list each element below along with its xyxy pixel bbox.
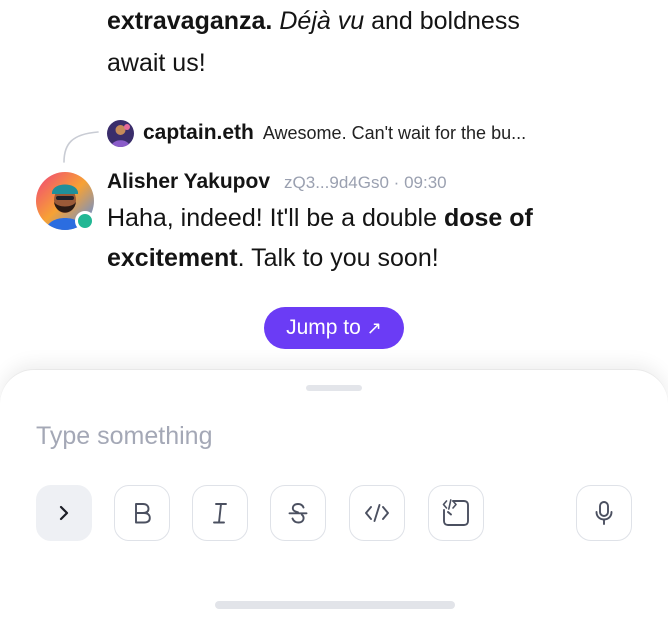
- jump-to-label: Jump to: [286, 316, 361, 339]
- sender-avatar[interactable]: [36, 172, 95, 231]
- bold-icon: [135, 503, 151, 524]
- reply-preview[interactable]: captain.eth Awesome. Can't wait for the …: [107, 116, 526, 150]
- arrow-up-right-icon: ↗: [366, 317, 382, 338]
- prev-italic-text: Déjà vu: [279, 7, 365, 35]
- prev-text-line2: await us!: [107, 49, 206, 77]
- code-icon: [365, 504, 389, 522]
- sheet-grabber[interactable]: [306, 385, 362, 391]
- jump-to-button[interactable]: Jump to ↗: [264, 307, 404, 349]
- message-text-part2: . Talk to you soon!: [237, 244, 439, 272]
- bold-button[interactable]: [114, 485, 170, 541]
- prev-text-rest: and boldness: [364, 7, 520, 35]
- chat-screen: extravaganza. Déjà vu and boldness await …: [0, 0, 668, 624]
- message-meta: zQ3...9d4Gs0 · 09:30: [284, 173, 447, 193]
- microphone-icon: [595, 501, 613, 525]
- code-button[interactable]: [349, 485, 405, 541]
- code-block-button[interactable]: [428, 485, 484, 541]
- expand-toolbar-button[interactable]: [36, 485, 92, 541]
- strikethrough-icon: [288, 503, 308, 524]
- home-indicator: [215, 601, 455, 609]
- italic-button[interactable]: [192, 485, 248, 541]
- reply-author-name[interactable]: captain.eth: [143, 121, 254, 145]
- italic-icon: [213, 503, 227, 524]
- reply-snippet-text: Awesome. Can't wait for the bu...: [262, 122, 527, 143]
- message-wallet[interactable]: zQ3...9d4Gs0: [284, 173, 389, 192]
- voice-message-button[interactable]: [576, 485, 632, 541]
- code-block-icon: [442, 499, 469, 526]
- reply-author-avatar: [107, 119, 134, 147]
- reply-connector-icon: [63, 131, 99, 163]
- message-input[interactable]: [36, 416, 626, 456]
- online-status-dot: [75, 211, 95, 231]
- strikethrough-button[interactable]: [270, 485, 326, 541]
- message-text-part1: Haha, indeed! It'll be a double: [107, 204, 444, 232]
- message-time: 09:30: [404, 173, 447, 192]
- message-author-name[interactable]: Alisher Yakupov: [107, 170, 270, 194]
- previous-message-text: extravaganza. Déjà vu and boldness await …: [107, 0, 627, 84]
- message-text: Haha, indeed! It'll be a double dose of …: [107, 198, 627, 278]
- chevron-right-icon: [59, 505, 69, 521]
- prev-bold-text: extravaganza.: [107, 7, 273, 35]
- composer-sheet: [0, 370, 668, 624]
- message-header: Alisher Yakupov zQ3...9d4Gs0 · 09:30: [107, 170, 447, 200]
- meta-separator: ·: [393, 173, 400, 192]
